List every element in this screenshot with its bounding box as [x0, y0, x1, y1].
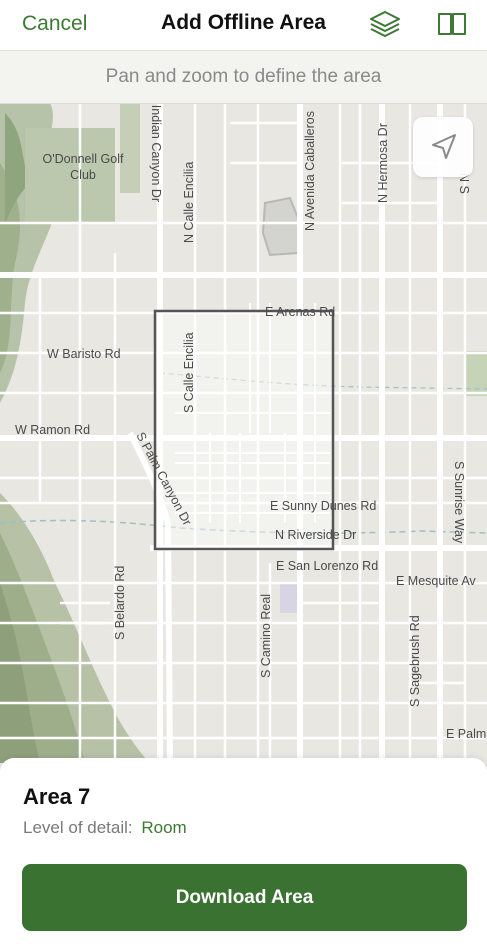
area-details-sheet: Area 7 Level of detail: Room Download Ar…	[0, 758, 487, 946]
map-label-calle-encilia-n: N Calle Encilia	[182, 162, 196, 243]
book-icon	[438, 13, 466, 35]
map-label-riverside: N Riverside Dr	[275, 528, 356, 542]
map-label-indian-canyon: S Indian Canyon Dr	[149, 103, 163, 202]
map-label-avenida-caballeros: N Avenida Caballeros	[303, 111, 317, 231]
navigation-arrow-icon	[432, 134, 456, 159]
cancel-button[interactable]: Cancel	[22, 12, 87, 36]
map-label-hermosa: N Hermosa Dr	[376, 123, 390, 203]
map-label-arenas: E Arenas Rd	[265, 305, 335, 319]
map-label-golf-2: Club	[70, 168, 96, 182]
navigation-bar: Cancel Add Offline Area	[0, 0, 487, 51]
bookmarks-button[interactable]	[436, 10, 468, 38]
map-label-calle-encilia-s: S Calle Encilia	[182, 332, 196, 413]
layers-icon	[370, 11, 400, 37]
map-label-golf-1: O'Donnell Golf	[43, 152, 124, 166]
offline-area-screen: O'Donnell Golf Club S Indian Canyon Dr N…	[0, 0, 487, 946]
map-label-ramon: W Ramon Rd	[15, 423, 90, 437]
map-label-baristo: W Baristo Rd	[47, 347, 121, 361]
layers-button[interactable]	[368, 9, 402, 39]
area-name: Area 7	[23, 784, 91, 809]
map-label-sunrise-way: S Sunrise Way	[452, 461, 466, 544]
map-label-camino-real: S Camino Real	[259, 594, 273, 678]
map-label-san-lorenzo: E San Lorenzo Rd	[276, 559, 378, 573]
level-of-detail-row: Level of detail: Room	[23, 818, 187, 838]
locate-button[interactable]	[413, 117, 473, 177]
level-of-detail-value[interactable]: Room	[141, 818, 186, 837]
download-area-button[interactable]: Download Area	[22, 864, 467, 931]
map-view[interactable]: O'Donnell Golf Club S Indian Canyon Dr N…	[0, 103, 487, 763]
instruction-banner: Pan and zoom to define the area	[0, 51, 487, 104]
level-of-detail-label: Level of detail:	[23, 818, 133, 837]
map-label-mesquite: E Mesquite Av	[396, 574, 476, 588]
map-label-sagebrush: S Sagebrush Rd	[408, 615, 422, 707]
map-label-belardo: S Belardo Rd	[113, 566, 127, 640]
map-label-sunny-dunes: E Sunny Dunes Rd	[270, 499, 376, 513]
map-label-palm-e: E Palm	[446, 727, 486, 741]
